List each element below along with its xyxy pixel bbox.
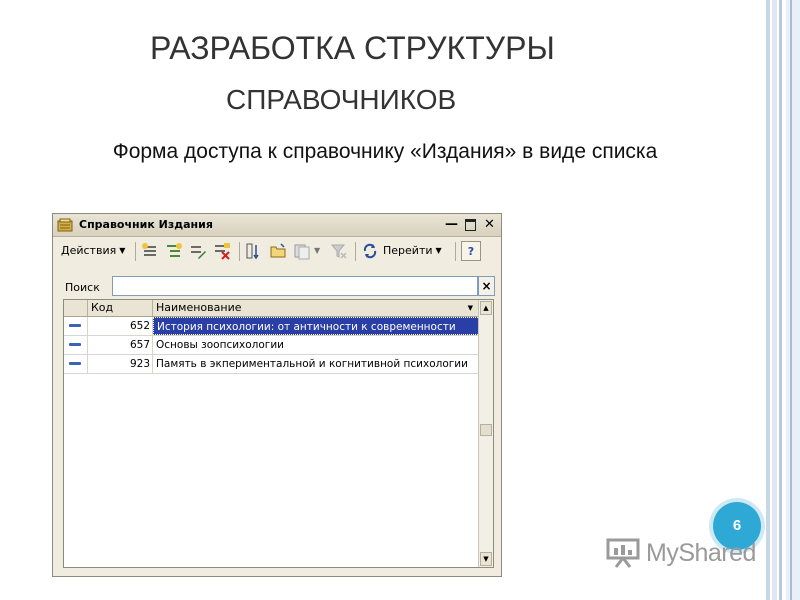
- window-title: Справочник Издания: [79, 218, 213, 231]
- search-input[interactable]: [112, 276, 478, 296]
- actions-label: Действия: [61, 244, 117, 257]
- table-row[interactable]: 657 Основы зоопсихологии: [64, 336, 480, 355]
- myshared-logo: MyShared: [606, 534, 776, 574]
- slide-subtitle: Форма доступа к справочнику «Издания» в …: [112, 140, 658, 163]
- sort-down-icon: ▼: [467, 304, 473, 312]
- caret-down-icon[interactable]: ▼: [314, 241, 320, 261]
- decor-stripe: [779, 0, 782, 600]
- slide-title-line1: Разработка структуры: [150, 30, 555, 66]
- actions-menu-button[interactable]: Действия ▼: [61, 241, 125, 261]
- row-item-icon: [64, 317, 88, 335]
- add-group-icon[interactable]: [165, 242, 183, 260]
- add-icon[interactable]: [141, 242, 159, 260]
- search-clear-button[interactable]: ×: [478, 276, 495, 296]
- toolbar: Действия ▼ ▼ Перейти ▼ ?: [55, 239, 499, 265]
- goto-label: Перейти: [383, 244, 433, 257]
- caret-down-icon: ▼: [435, 246, 442, 255]
- decor-stripe: [772, 0, 777, 600]
- hierarchy-icon[interactable]: [245, 242, 263, 260]
- scroll-down-icon[interactable]: ▼: [480, 552, 492, 566]
- help-button[interactable]: ?: [461, 241, 481, 261]
- table-row[interactable]: 923 Память в экпериментальной и когнитив…: [64, 355, 480, 374]
- toolbar-separator: [355, 242, 356, 261]
- copy-icon[interactable]: [293, 242, 311, 260]
- refresh-icon[interactable]: [361, 242, 379, 260]
- maximize-icon: [465, 219, 476, 231]
- slide-title: Разработка структуры справочников: [150, 22, 710, 126]
- presentation-board-icon: [606, 538, 640, 568]
- maximize-button[interactable]: [463, 217, 478, 232]
- decor-stripe: [766, 0, 770, 600]
- minimize-button[interactable]: —: [444, 217, 459, 232]
- row-code: 657: [88, 336, 153, 354]
- window-titlebar[interactable]: Справочник Издания — ✕: [53, 214, 501, 237]
- row-name: Основы зоопсихологии: [153, 336, 480, 354]
- row-name: Память в экпериментальной и когнитивной …: [153, 355, 480, 373]
- catalog-window-icon: [57, 218, 73, 232]
- toolbar-separator: [135, 242, 136, 261]
- table-header: Код Наименование ▼: [64, 300, 480, 317]
- catalog-window: Справочник Издания — ✕ Действия ▼ ▼ Пере…: [52, 213, 502, 577]
- slide-title-line2: справочников: [226, 84, 457, 115]
- caret-down-icon: ▼: [119, 246, 126, 255]
- header-name[interactable]: Наименование ▼: [153, 300, 480, 316]
- header-code[interactable]: Код: [88, 300, 153, 316]
- edit-icon[interactable]: [189, 242, 207, 260]
- close-button[interactable]: ✕: [482, 217, 497, 232]
- row-code: 652: [88, 317, 153, 335]
- row-item-icon: [64, 355, 88, 373]
- goto-menu-button[interactable]: Перейти ▼: [383, 241, 442, 261]
- header-name-label: Наименование: [156, 301, 242, 314]
- vertical-scrollbar[interactable]: ▲ ▼: [478, 300, 493, 567]
- toolbar-separator: [455, 242, 456, 261]
- delete-mark-icon[interactable]: [213, 242, 231, 260]
- catalog-table: Код Наименование ▼ 652 История психологи…: [63, 299, 494, 568]
- watermark-text: MyShared: [646, 539, 756, 567]
- search-label: Поиск: [65, 281, 100, 294]
- header-icon-column: [64, 300, 88, 316]
- scroll-thumb[interactable]: [480, 424, 492, 436]
- decor-stripe: [786, 0, 800, 600]
- filter-off-icon[interactable]: [330, 242, 348, 260]
- decor-stripe: [790, 0, 792, 600]
- row-code: 923: [88, 355, 153, 373]
- table-row[interactable]: 652 История психологии: от античности к …: [64, 317, 480, 336]
- scroll-up-icon[interactable]: ▲: [480, 301, 492, 315]
- toolbar-separator: [239, 242, 240, 261]
- row-name: История психологии: от античности к совр…: [153, 317, 480, 335]
- folder-icon[interactable]: [269, 242, 287, 260]
- row-item-icon: [64, 336, 88, 354]
